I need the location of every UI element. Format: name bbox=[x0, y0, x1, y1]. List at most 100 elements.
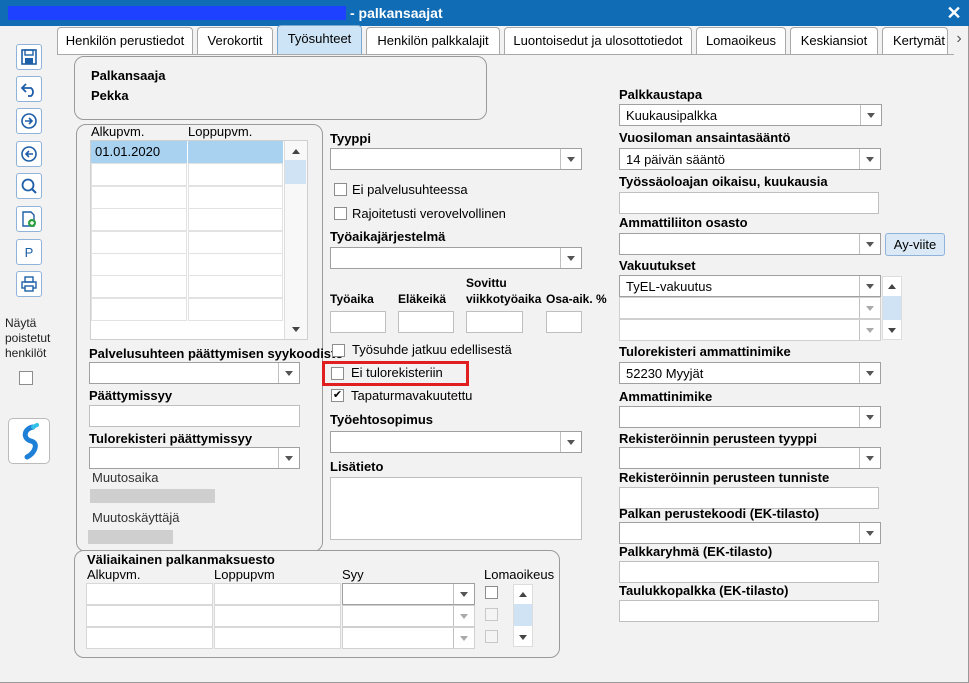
chevron-down-icon[interactable] bbox=[859, 523, 880, 543]
insurance-select-2[interactable] bbox=[619, 297, 881, 319]
chevron-down-icon[interactable] bbox=[859, 448, 880, 468]
temp-date-cell[interactable] bbox=[214, 605, 341, 627]
occupation-select[interactable] bbox=[619, 406, 881, 428]
scroll-down-icon[interactable] bbox=[519, 635, 527, 640]
agreed-weekly-input[interactable] bbox=[466, 311, 523, 333]
undo-button[interactable] bbox=[16, 76, 42, 102]
pay-base-code-select[interactable] bbox=[619, 522, 881, 544]
chevron-down-icon[interactable] bbox=[859, 407, 880, 427]
temp-vacation-checkbox[interactable] bbox=[485, 586, 498, 599]
chevron-down-icon[interactable] bbox=[859, 298, 880, 318]
chevron-down-icon[interactable] bbox=[860, 105, 881, 125]
temp-scroll-thumb[interactable] bbox=[514, 604, 532, 626]
temp-reason-select[interactable] bbox=[342, 583, 475, 605]
scroll-up-icon[interactable] bbox=[292, 149, 300, 154]
retirement-age-input[interactable] bbox=[398, 311, 454, 333]
temp-date-cell[interactable] bbox=[86, 627, 213, 649]
temp-reason-select[interactable] bbox=[342, 627, 475, 649]
employment-empty-cell[interactable] bbox=[91, 230, 187, 254]
tab-person-pay-types[interactable]: Henkilön palkkalajit bbox=[366, 27, 500, 54]
employment-empty-cell[interactable] bbox=[188, 297, 283, 321]
temp-date-cell[interactable] bbox=[214, 583, 341, 605]
previous-button[interactable] bbox=[16, 141, 42, 167]
scroll-thumb[interactable] bbox=[285, 160, 306, 184]
close-button[interactable]: ✕ bbox=[944, 2, 964, 24]
registration-basis-type-select[interactable] bbox=[619, 447, 881, 469]
employment-row-end[interactable] bbox=[188, 141, 283, 163]
scroll-down-icon[interactable] bbox=[292, 327, 300, 332]
no-employment-checkbox[interactable] bbox=[334, 183, 347, 196]
accident-insured-checkbox[interactable]: ✔ bbox=[331, 389, 344, 402]
print-button[interactable] bbox=[16, 271, 42, 297]
employment-empty-cell[interactable] bbox=[188, 163, 283, 187]
tab-vacation-rights[interactable]: Lomaoikeus bbox=[696, 27, 786, 54]
temp-vacation-checkbox[interactable] bbox=[485, 630, 498, 643]
working-time-system-select[interactable] bbox=[330, 247, 582, 269]
chevron-down-icon[interactable] bbox=[453, 584, 474, 604]
chevron-down-icon[interactable] bbox=[278, 448, 299, 468]
type-select[interactable] bbox=[330, 148, 582, 170]
part-time-input[interactable] bbox=[546, 311, 582, 333]
tab-tax-cards[interactable]: Verokortit bbox=[197, 27, 273, 54]
chevron-down-icon[interactable] bbox=[560, 149, 581, 169]
pay-method-select[interactable]: Kuukausipalkka bbox=[619, 104, 882, 126]
search-button[interactable] bbox=[16, 173, 42, 199]
employment-empty-cell[interactable] bbox=[91, 275, 187, 299]
chevron-down-icon[interactable] bbox=[560, 248, 581, 268]
chevron-down-icon[interactable] bbox=[859, 234, 880, 254]
collective-agreement-select[interactable] bbox=[330, 431, 582, 453]
tab-personal-info[interactable]: Henkilön perustiedot bbox=[57, 27, 193, 54]
ay-reference-button[interactable]: Ay-viite bbox=[885, 233, 945, 256]
app-logo-button[interactable] bbox=[8, 418, 50, 464]
employment-empty-cell[interactable] bbox=[91, 163, 187, 187]
insurance-select-3[interactable] bbox=[619, 319, 881, 341]
employment-empty-cell[interactable] bbox=[188, 275, 283, 299]
pay-group-input[interactable] bbox=[619, 561, 879, 583]
chevron-down-icon[interactable] bbox=[859, 149, 880, 169]
temp-date-cell[interactable] bbox=[86, 583, 213, 605]
no-income-register-checkbox[interactable] bbox=[331, 367, 344, 380]
scroll-up-icon[interactable] bbox=[519, 592, 527, 597]
temp-reason-select[interactable] bbox=[342, 605, 475, 627]
tab-average-earnings[interactable]: Keskiansiot bbox=[790, 27, 878, 54]
temp-date-cell[interactable] bbox=[214, 627, 341, 649]
tab-benefits-garnishments[interactable]: Luontoisedut ja ulosottotiedot bbox=[504, 27, 692, 54]
vacation-rule-select[interactable]: 14 päivän sääntö bbox=[619, 148, 881, 170]
employment-empty-cell[interactable] bbox=[91, 253, 187, 276]
temp-date-cell[interactable] bbox=[86, 605, 213, 627]
employment-empty-cell[interactable] bbox=[188, 253, 283, 276]
scroll-up-icon[interactable] bbox=[888, 284, 896, 289]
table-pay-input[interactable] bbox=[619, 600, 879, 622]
chevron-down-icon[interactable] bbox=[278, 363, 299, 383]
chevron-down-icon[interactable] bbox=[453, 628, 474, 648]
chevron-down-icon[interactable] bbox=[859, 276, 880, 296]
employment-empty-cell[interactable] bbox=[91, 297, 187, 321]
next-button[interactable] bbox=[16, 108, 42, 134]
add-document-button[interactable] bbox=[16, 206, 42, 232]
union-select[interactable] bbox=[619, 233, 881, 255]
notice-period-input[interactable] bbox=[619, 192, 879, 214]
employment-empty-cell[interactable] bbox=[91, 208, 187, 232]
employment-empty-cell[interactable] bbox=[188, 208, 283, 232]
end-reason-input[interactable] bbox=[89, 405, 300, 427]
ir-occupation-select[interactable]: 52230 Myyjät bbox=[619, 362, 881, 384]
employment-row-start[interactable]: 01.01.2020 bbox=[91, 141, 187, 163]
tab-accumulations[interactable]: Kertymät bbox=[882, 27, 948, 54]
employment-empty-cell[interactable] bbox=[91, 185, 187, 209]
tab-employments[interactable]: Työsuhteet bbox=[277, 25, 362, 55]
ir-end-reason-select[interactable] bbox=[89, 447, 300, 469]
chevron-down-icon[interactable] bbox=[560, 432, 581, 452]
continues-checkbox[interactable] bbox=[332, 344, 345, 357]
show-deleted-checkbox[interactable] bbox=[19, 371, 33, 385]
tabs-scroll-right-icon[interactable]: › bbox=[952, 30, 966, 50]
scroll-down-icon[interactable] bbox=[888, 328, 896, 333]
save-button[interactable] bbox=[16, 44, 42, 70]
chevron-down-icon[interactable] bbox=[859, 363, 880, 383]
working-time-input[interactable] bbox=[330, 311, 386, 333]
temp-vacation-checkbox[interactable] bbox=[485, 608, 498, 621]
limited-tax-checkbox[interactable] bbox=[334, 207, 347, 220]
chevron-down-icon[interactable] bbox=[453, 606, 474, 626]
insurance-select-1[interactable]: TyEL-vakuutus bbox=[619, 275, 881, 297]
termination-reason-select[interactable] bbox=[89, 362, 300, 384]
chevron-down-icon[interactable] bbox=[859, 320, 880, 340]
